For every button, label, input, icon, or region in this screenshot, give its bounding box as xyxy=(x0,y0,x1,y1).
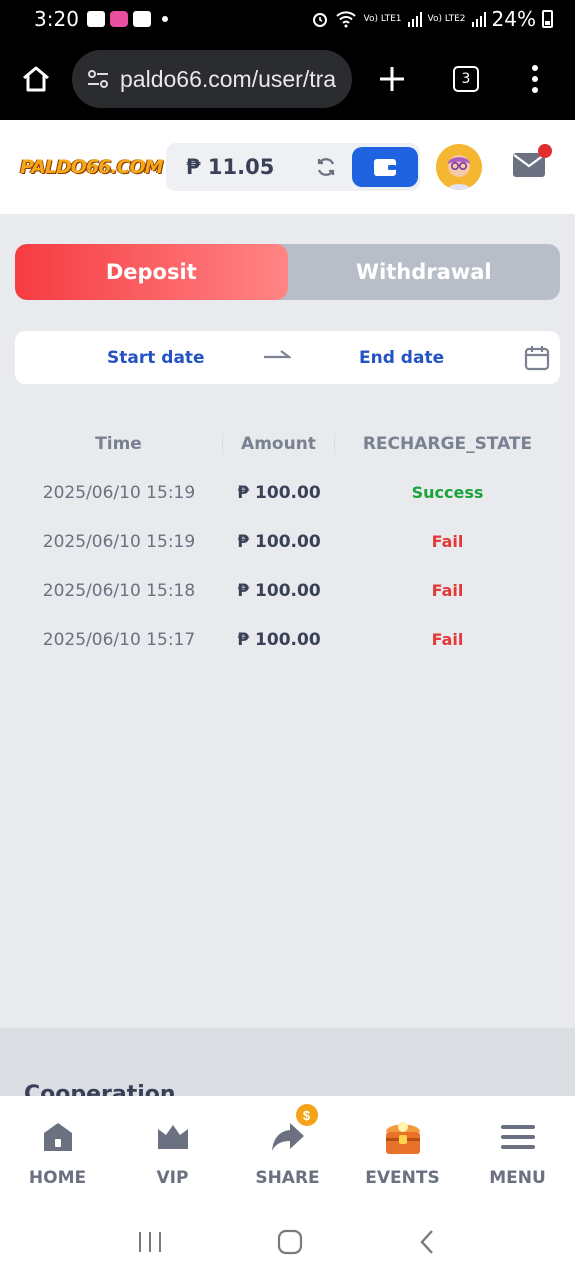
row-time: 2025/06/10 15:19 xyxy=(42,482,196,503)
avatar-icon xyxy=(447,155,471,190)
row-amount: ₱ 100.00 xyxy=(237,580,321,601)
row-time: 2025/06/10 15:17 xyxy=(42,629,196,650)
battery-icon xyxy=(542,10,553,28)
wallet-button[interactable] xyxy=(352,147,418,187)
table-row: 2025/06/10 15:19 ₱ 100.00 Success xyxy=(15,468,560,517)
transaction-type-tabs: Deposit Withdrawal xyxy=(15,244,560,300)
column-header-time: Time xyxy=(15,434,223,454)
app-header: PALDO66.COM ₱ 11.05 xyxy=(0,120,575,214)
footer-section: Cooperation xyxy=(0,1028,575,1098)
status-time: 3:20 xyxy=(34,7,79,31)
nav-share-label: SHARE xyxy=(255,1168,320,1188)
column-header-amount: Amount xyxy=(223,434,335,454)
status-right: Vo) LTE1 Vo) LTE2 24% xyxy=(311,7,553,31)
tab-count: 3 xyxy=(453,66,479,92)
crown-icon xyxy=(156,1118,190,1156)
row-state: Fail xyxy=(431,532,464,551)
column-header-state: RECHARGE_STATE xyxy=(362,434,533,454)
nav-home-label: HOME xyxy=(28,1168,87,1188)
row-time: 2025/06/10 15:18 xyxy=(42,580,196,601)
nav-events-label: EVENTS xyxy=(365,1168,440,1188)
unread-dot xyxy=(538,144,552,158)
logo-text: PALDO66.COM xyxy=(20,156,164,178)
row-amount: ₱ 100.00 xyxy=(237,482,321,503)
start-date-field[interactable]: Start date xyxy=(107,348,205,368)
tab-withdrawal[interactable]: Withdrawal xyxy=(288,244,561,300)
url-text[interactable]: paldo66.com/user/tra xyxy=(120,66,336,93)
browser-home-button[interactable] xyxy=(0,49,72,109)
table-row: 2025/06/10 15:18 ₱ 100.00 Fail xyxy=(15,566,560,615)
gallery-notification-icon xyxy=(86,11,105,27)
home-icon xyxy=(41,1118,75,1156)
battery-percent: 24% xyxy=(491,7,536,31)
new-tab-button[interactable] xyxy=(352,66,432,92)
youtube-notification-icon xyxy=(132,11,151,27)
home-icon xyxy=(23,66,49,92)
signal2-icon xyxy=(471,11,486,27)
coin-badge: $ xyxy=(295,1104,318,1126)
home-button-icon[interactable] xyxy=(277,1229,303,1255)
end-date-field[interactable]: End date xyxy=(359,348,444,368)
wallet-icon xyxy=(374,159,396,176)
row-state: Fail xyxy=(431,581,464,600)
user-avatar[interactable] xyxy=(436,144,482,190)
signal1-icon xyxy=(407,11,422,27)
hamburger-menu-icon xyxy=(500,1118,535,1156)
status-bar: 3:20 Vo) LTE1 Vo) LTE2 24% xyxy=(0,0,575,38)
table-row: 2025/06/10 15:19 ₱ 100.00 Fail xyxy=(15,517,560,566)
calendar-icon[interactable] xyxy=(524,345,550,371)
balance-box: ₱ 11.05 xyxy=(166,143,420,191)
alarm-icon xyxy=(313,13,328,27)
row-state: Success xyxy=(411,483,484,502)
refresh-icon xyxy=(317,158,335,176)
more-notifications-dot xyxy=(161,16,168,22)
balance-amount: ₱ 11.05 xyxy=(186,155,275,179)
site-settings-icon[interactable] xyxy=(86,68,110,90)
app-notification-icon xyxy=(109,11,128,27)
system-nav-bar xyxy=(0,1204,575,1280)
table-row: 2025/06/10 15:17 ₱ 100.00 Fail xyxy=(15,615,560,664)
sim2-label: Vo) LTE2 xyxy=(427,13,466,24)
site-logo[interactable]: PALDO66.COM xyxy=(20,154,164,180)
nav-menu-label: MENU xyxy=(489,1168,546,1188)
notification-icons xyxy=(86,11,168,27)
nav-events[interactable]: EVENTS xyxy=(345,1096,460,1204)
messages-button[interactable] xyxy=(512,144,552,182)
share-icon: $ xyxy=(270,1104,318,1156)
back-icon[interactable] xyxy=(418,1229,438,1255)
browser-toolbar: paldo66.com/user/tra 3 xyxy=(0,38,575,120)
arrow-right-icon xyxy=(264,350,291,359)
sim1-label: Vo) LTE1 xyxy=(363,13,402,24)
bottom-nav: HOME VIP $ SHARE EVENTS MENU xyxy=(0,1096,575,1204)
nav-share[interactable]: $ SHARE xyxy=(230,1096,345,1204)
refresh-balance-button[interactable] xyxy=(306,156,346,178)
nav-vip-label: VIP xyxy=(156,1168,189,1188)
address-bar[interactable]: paldo66.com/user/tra xyxy=(72,50,352,108)
nav-vip[interactable]: VIP xyxy=(115,1096,230,1204)
table-header: Time Amount RECHARGE_STATE xyxy=(15,420,560,468)
treasure-chest-icon xyxy=(383,1118,423,1156)
nav-menu[interactable]: MENU xyxy=(460,1096,575,1204)
nav-home[interactable]: HOME xyxy=(0,1096,115,1204)
row-amount: ₱ 100.00 xyxy=(237,629,321,650)
date-range-picker[interactable]: Start date End date xyxy=(15,331,560,384)
plus-icon xyxy=(380,67,404,91)
browser-menu-button[interactable] xyxy=(500,65,570,93)
tab-deposit[interactable]: Deposit xyxy=(15,244,288,300)
row-amount: ₱ 100.00 xyxy=(237,531,321,552)
recharge-records-table: Time Amount RECHARGE_STATE 2025/06/10 15… xyxy=(15,420,560,664)
wifi-icon xyxy=(336,11,357,28)
tab-switcher-button[interactable]: 3 xyxy=(432,66,500,92)
recent-apps-icon[interactable] xyxy=(137,1230,163,1254)
row-state: Fail xyxy=(431,630,464,649)
row-time: 2025/06/10 15:19 xyxy=(42,531,196,552)
